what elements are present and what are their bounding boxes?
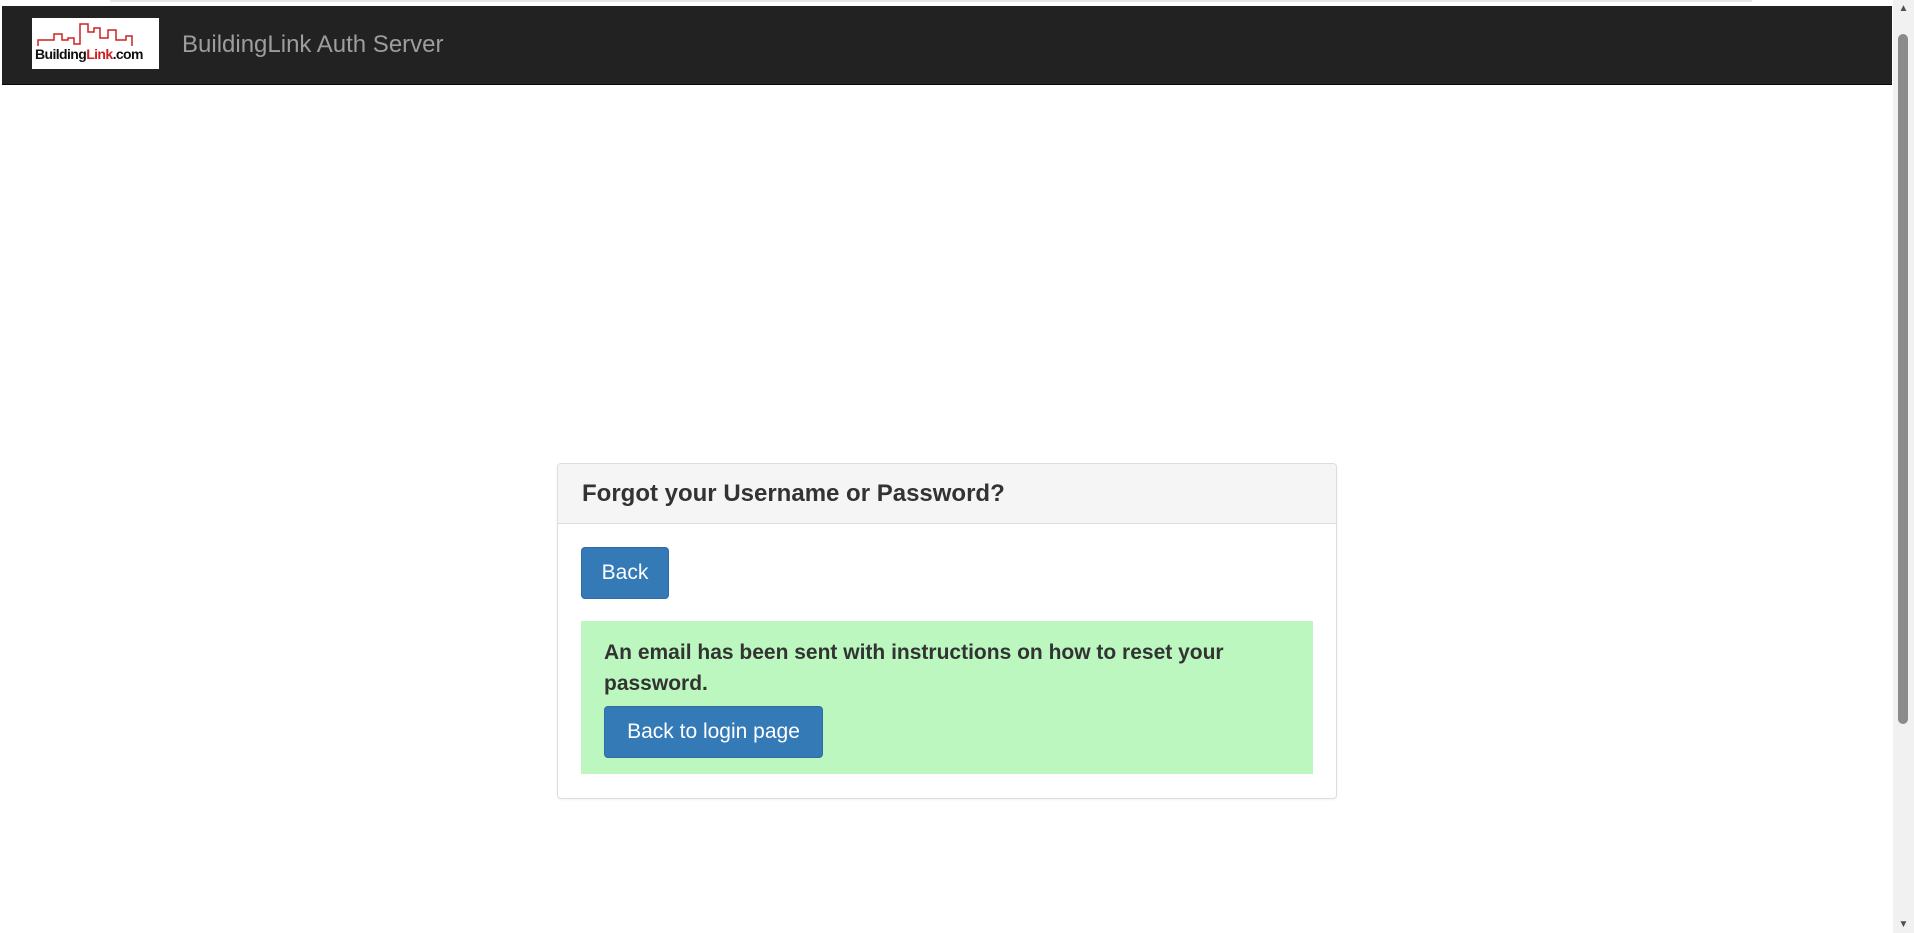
page: BuildingLink.com BuildingLink Auth Serve… xyxy=(0,0,1914,933)
buildinglink-logo[interactable]: BuildingLink.com xyxy=(32,18,159,69)
panel-body: Back An email has been sent with instruc… xyxy=(558,524,1336,797)
panel-heading: Forgot your Username or Password? xyxy=(558,464,1336,524)
scrollbar-thumb[interactable] xyxy=(1898,34,1908,724)
triangle-down-icon[interactable]: ▼ xyxy=(1893,916,1914,933)
success-alert: An email has been sent with instructions… xyxy=(581,621,1313,774)
back-to-login-button[interactable]: Back to login page xyxy=(604,706,823,758)
forgot-credentials-panel: Forgot your Username or Password? Back A… xyxy=(557,463,1337,799)
browser-top-edge xyxy=(110,0,1752,2)
logo-skyline-icon: BuildingLink.com xyxy=(35,23,144,62)
vertical-scrollbar[interactable]: ▲ ▼ xyxy=(1893,0,1914,933)
top-navbar: BuildingLink.com BuildingLink Auth Serve… xyxy=(2,6,1892,85)
brand-title[interactable]: BuildingLink Auth Server xyxy=(182,6,444,84)
back-button[interactable]: Back xyxy=(581,547,669,599)
triangle-up-icon[interactable]: ▲ xyxy=(1893,0,1914,17)
logo-text: BuildingLink.com xyxy=(35,46,143,62)
success-message: An email has been sent with instructions… xyxy=(604,641,1224,695)
